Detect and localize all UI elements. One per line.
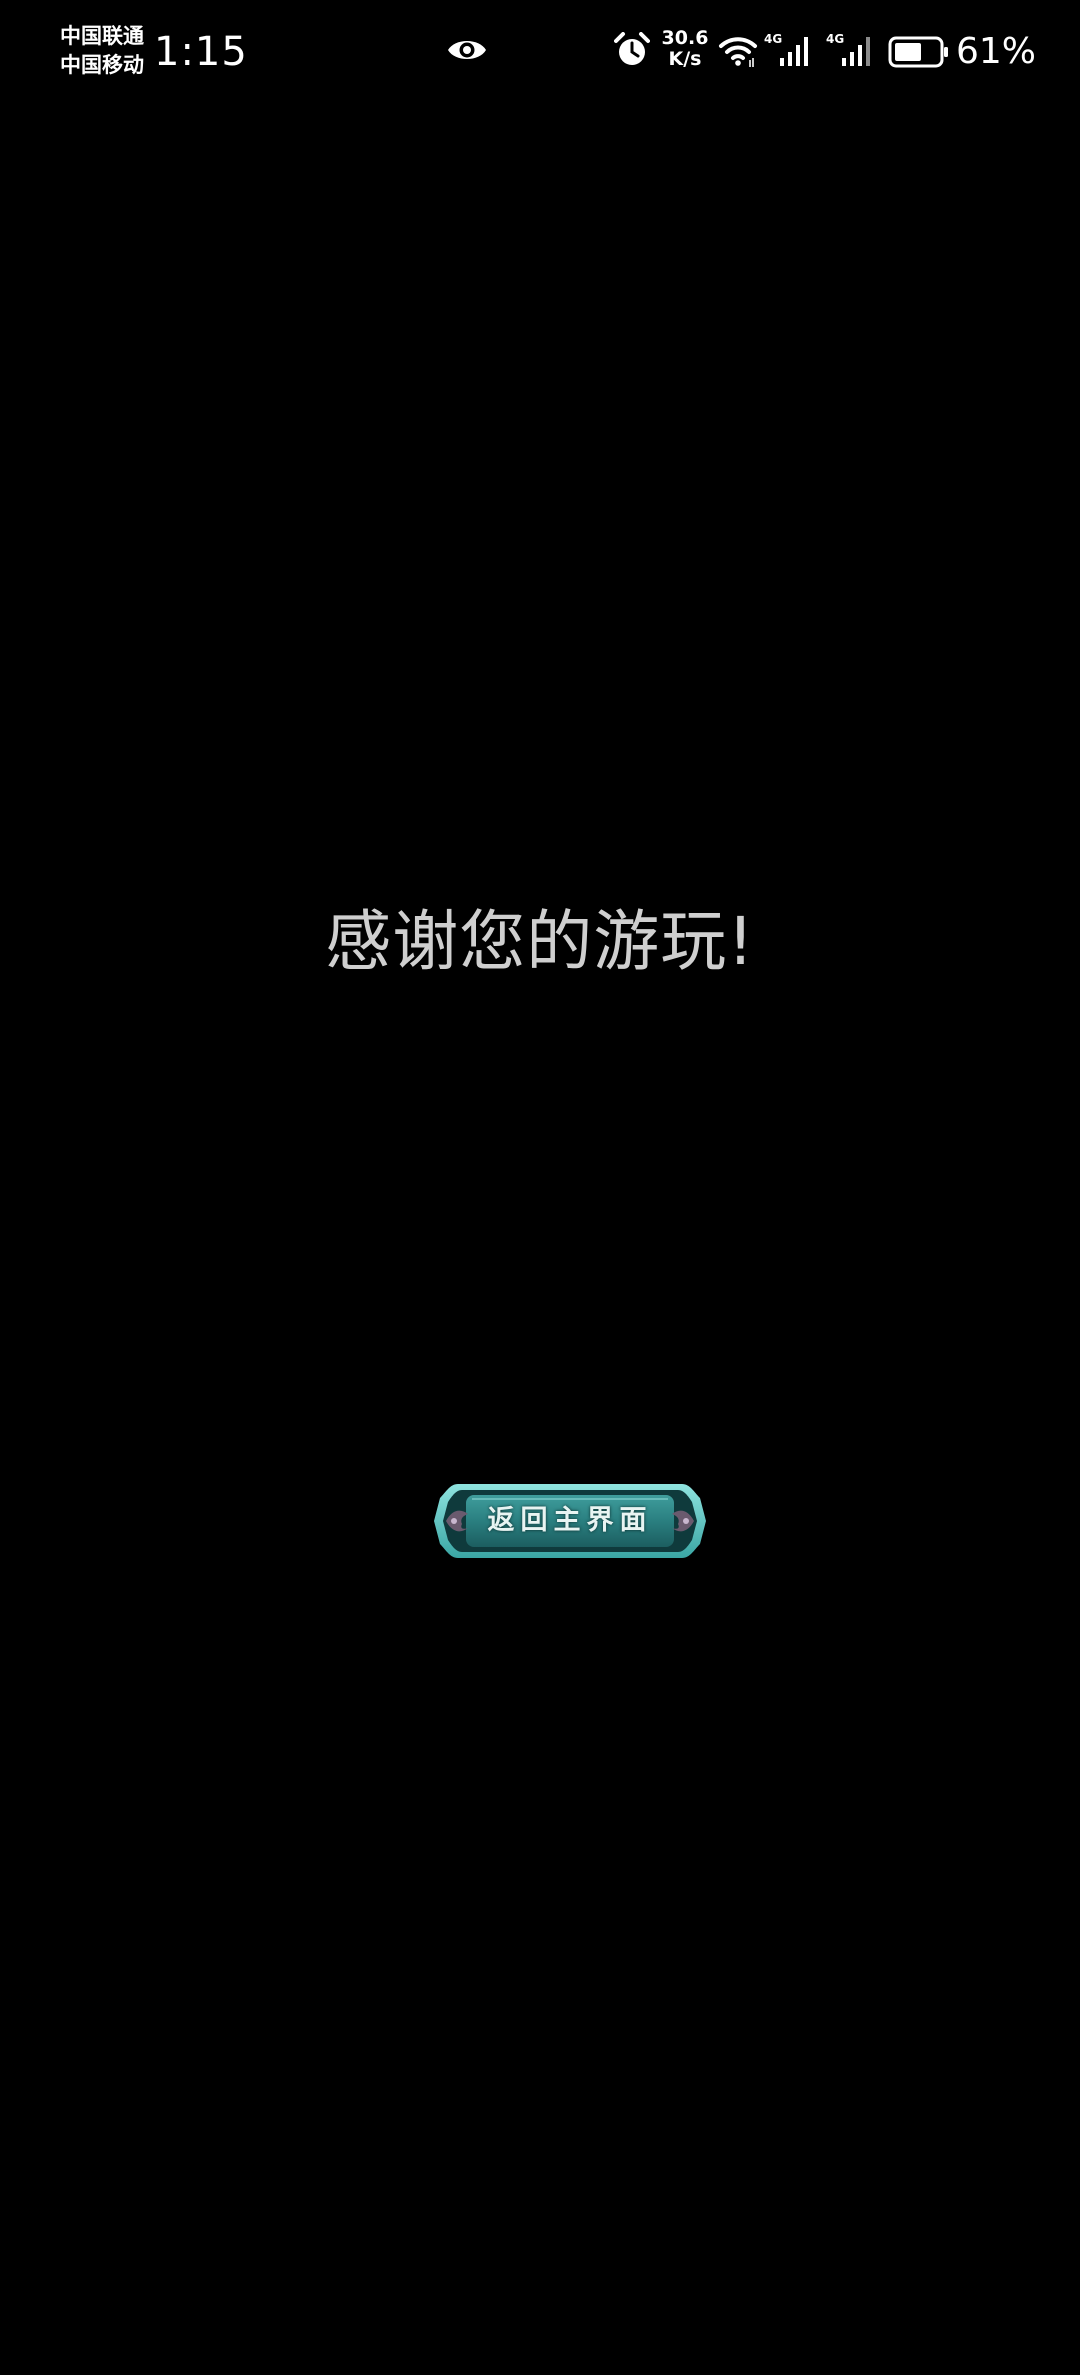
alarm-icon xyxy=(614,32,650,68)
carrier-2: 中国移动 xyxy=(60,53,144,77)
network-speed: 30.6 K/s xyxy=(658,28,712,70)
return-main-menu-label: 返回主界面 xyxy=(487,1505,653,1536)
sim1-signal: 4G xyxy=(764,32,816,68)
carrier-1: 中国联通 xyxy=(60,24,144,48)
signal-icon xyxy=(842,37,870,66)
battery-percent: 61% xyxy=(956,31,1037,72)
return-main-menu-button[interactable]: 返回主界面 xyxy=(432,1478,708,1564)
signal-icon xyxy=(780,37,808,66)
thanks-message: 感谢您的游玩! xyxy=(325,903,755,980)
battery-icon xyxy=(888,36,950,68)
eye-icon xyxy=(446,34,488,66)
wifi-icon xyxy=(718,34,758,68)
status-time: 1:15 xyxy=(154,29,248,75)
status-bar: 中国联通 中国移动 1:15 30.6 K/s 4G 4G 61% xyxy=(0,0,1080,104)
network-speed-unit: K/s xyxy=(668,48,702,70)
sim2-signal: 4G xyxy=(826,32,878,68)
network-speed-value: 30.6 xyxy=(661,27,709,49)
battery-level-fill xyxy=(895,43,921,61)
carrier-names: 中国联通 中国移动 xyxy=(60,22,152,80)
